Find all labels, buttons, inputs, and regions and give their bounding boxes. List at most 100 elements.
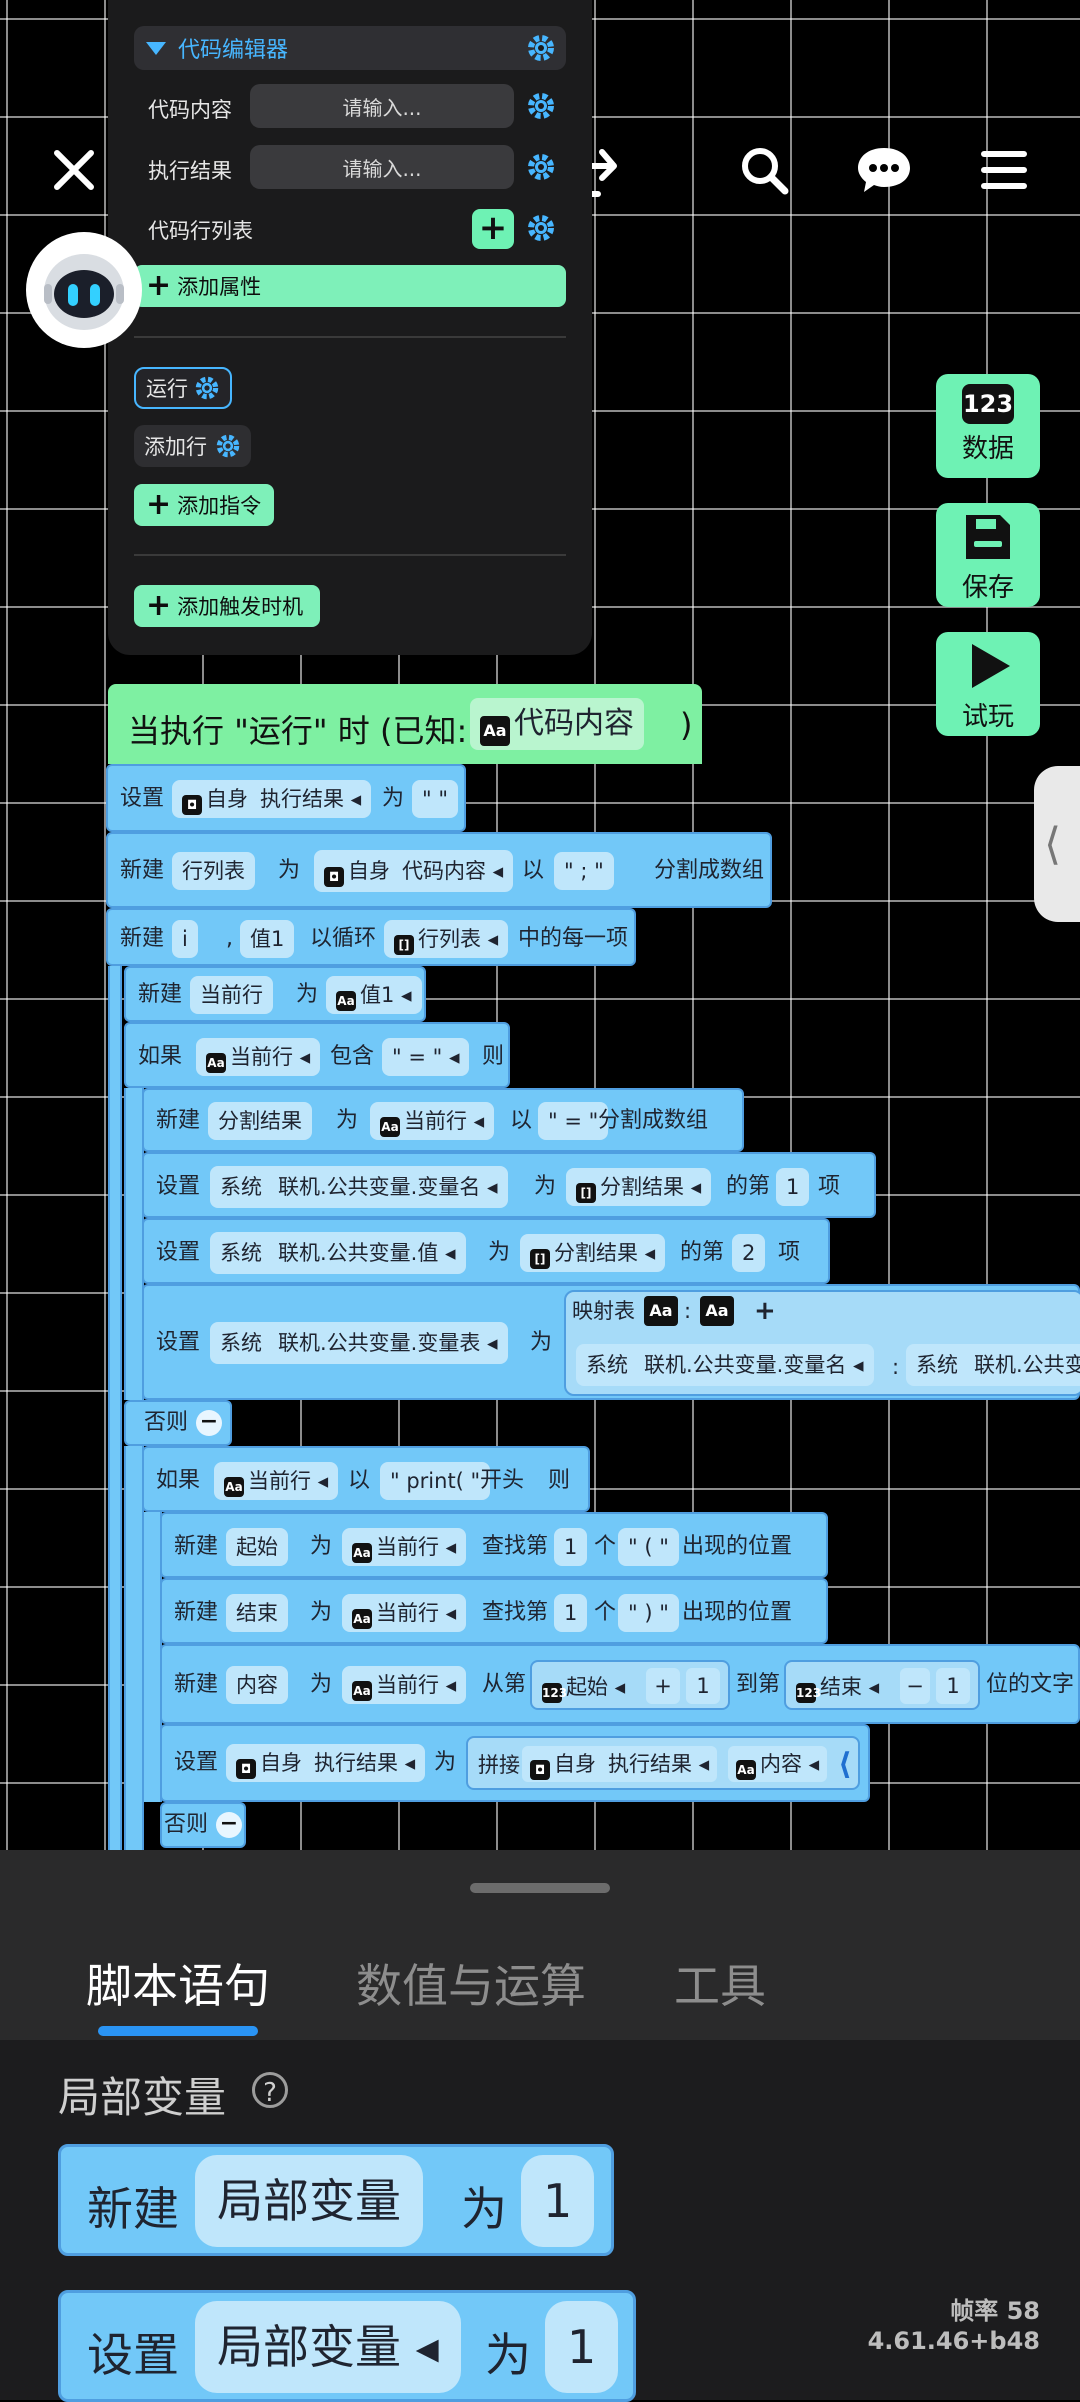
exec-result-input[interactable]: 请输入... [250,145,514,189]
content-slot[interactable]: Aa 内容 ◂ [728,1746,828,1782]
string-slot[interactable]: " ( " [618,1528,679,1566]
new-var-block[interactable]: 新建 结束 为 Aa 当前行 ◂ 查找第 1 个 " ) " 出现的位置 [160,1578,828,1644]
cur-line-slot[interactable]: Aa 当前行 ◂ [342,1666,467,1704]
value-slot[interactable]: Aa 值1 ◂ [326,976,422,1014]
gear-icon[interactable] [526,213,556,243]
event-hat-block[interactable]: 当执行 "运行" 时 (已知: Aa 代码内容 ) [108,684,702,764]
split-result-slot[interactable]: [] 分割结果 ◂ [520,1234,666,1272]
code-content-input[interactable]: 请输入... [250,84,514,128]
collapse-else-button[interactable]: − [196,1410,222,1436]
gear-icon[interactable] [526,152,556,182]
system-var-slot[interactable]: 系统 联机.公共变量.变量名 ◂ [210,1166,508,1208]
op-plus[interactable]: + [646,1668,680,1704]
index-slot[interactable]: 1 [776,1168,810,1206]
system-var-slot[interactable]: 系统 联机.公共变 [906,1344,1080,1386]
list-slot[interactable]: [] 行列表 ◂ [384,920,509,958]
exec-result-slot[interactable]: ◘ 自身 执行结果 ◂ [522,1746,718,1782]
tab-script-statements[interactable]: 脚本语句 [86,1950,270,2016]
system-var-slot[interactable]: 系统 联机.公共变量.变量名 ◂ [576,1344,874,1386]
new-var-block[interactable]: 新建 分割结果 为 Aa 当前行 ◂ 以 " = " 分割成数组 [142,1088,744,1152]
local-var-name-slot[interactable]: 局部变量 [195,2155,423,2247]
add-list-item-button[interactable]: + [472,209,514,249]
if-block[interactable]: 如果 Aa 当前行 ◂ 以 " print( " 开头 则 [142,1446,590,1512]
cur-line-slot[interactable]: Aa 当前行 ◂ [342,1594,467,1632]
system-var-slot[interactable]: 系统 联机.公共变量.值 ◂ [210,1232,466,1274]
set-block[interactable]: 设置 ◘ 自身 执行结果 ◂ 为 " " [106,764,466,832]
var-name-slot[interactable]: 分割结果 [208,1102,312,1140]
number-slot[interactable]: 1 [936,1668,970,1704]
system-var-slot[interactable]: 系统 联机.公共变量.变量表 ◂ [210,1322,508,1364]
new-var-block[interactable]: 新建 当前行 为 Aa 值1 ◂ [124,966,426,1022]
avatar[interactable] [26,232,142,348]
menu-icon[interactable] [974,140,1034,200]
gear-icon[interactable] [215,433,241,459]
tab-tools[interactable]: 工具 [674,1950,766,2016]
exec-result-slot[interactable]: ◘ 自身 执行结果 ◂ [172,780,372,818]
var-name-slot[interactable]: 结束 [226,1594,288,1632]
new-var-block[interactable]: 新建 行列表 为 ◘ 自身 代码内容 ◂ 以 " ; " 分割成数组 [106,832,772,908]
add-row-method-pill[interactable]: 添加行 [134,425,251,467]
help-icon[interactable]: ? [252,2072,288,2108]
for-each-block[interactable]: 新建 i , 值1 以循环 [] 行列表 ◂ 中的每一项 [106,908,636,966]
side-panel-handle[interactable]: ⟨ [1034,766,1080,922]
data-button[interactable]: 123 数据 [936,374,1040,478]
hat-param-slot[interactable]: Aa 代码内容 [470,698,644,750]
add-trigger-button[interactable]: + 添加触发时机 [134,585,320,627]
sheet-drag-handle[interactable] [470,1883,610,1893]
exec-result-slot[interactable]: ◘ 自身 执行结果 ◂ [226,1744,426,1782]
number-slot[interactable]: 1 [554,1594,588,1632]
string-slot[interactable]: " print( " [380,1462,491,1500]
string-slot[interactable]: " = " ◂ [382,1038,470,1076]
string-slot[interactable]: " " [412,780,458,818]
set-block[interactable]: 设置 系统 联机.公共变量.值 ◂ 为 [] 分割结果 ◂ 的第 2 项 [142,1218,830,1284]
tab-values-operations[interactable]: 数值与运算 [356,1950,586,2016]
op-minus[interactable]: − [900,1668,930,1704]
cur-line-slot[interactable]: Aa 当前行 ◂ [214,1462,339,1500]
var-name-slot[interactable]: 内容 [226,1666,288,1704]
else-label-block[interactable]: 否则 − [160,1802,246,1848]
string-slot[interactable]: " ) " [618,1594,679,1632]
number-slot[interactable]: 1 [686,1668,720,1704]
value-slot[interactable]: 1 [521,2155,595,2247]
new-var-block[interactable]: 新建 起始 为 Aa 当前行 ◂ 查找第 1 个 " ( " 出现的位置 [160,1512,828,1578]
test-play-button[interactable]: 试玩 [936,632,1040,736]
palette-set-local-var-block[interactable]: 设置 局部变量 ◂ 为 1 [58,2290,636,2402]
if-block[interactable]: 如果 Aa 当前行 ◂ 包含 " = " ◂ 则 [124,1022,510,1088]
add-property-button[interactable]: + 添加属性 [134,265,566,307]
var-name-slot[interactable]: 起始 [226,1528,288,1566]
search-icon[interactable] [734,140,794,200]
local-var-dropdown[interactable]: 局部变量 ◂ [195,2301,461,2393]
gear-icon[interactable] [526,91,556,121]
gear-icon[interactable] [194,375,220,401]
var-name-slot[interactable]: 行列表 [172,852,255,890]
map-table-slot[interactable]: 映射表 Aa : Aa + 系统 联机.公共变量.变量名 ◂ : 系统 联机.公共变 [564,1290,1080,1396]
cur-line-slot[interactable]: Aa 当前行 ◂ [196,1038,321,1076]
add-pair-button[interactable]: + [754,1292,776,1330]
value-slot[interactable]: 1 [545,2301,619,2393]
run-event-pill[interactable]: 运行 [134,367,232,409]
collapse-triangle-icon[interactable] [146,41,166,55]
set-block[interactable]: 设置 系统 联机.公共变量.变量名 ◂ 为 [] 分割结果 ◂ 的第 1 项 [142,1152,876,1218]
set-block[interactable]: 设置 系统 联机.公共变量.变量表 ◂ 为 映射表 Aa : Aa + 系统 联机.… [142,1284,1080,1400]
save-button[interactable]: 保存 [936,503,1040,607]
var-name-slot[interactable]: 当前行 [190,976,273,1014]
else-label-block[interactable]: 否则 − [124,1400,232,1446]
code-content-slot[interactable]: ◘ 自身 代码内容 ◂ [314,850,514,892]
cur-line-slot[interactable]: Aa 当前行 ◂ [370,1102,495,1140]
split-result-slot[interactable]: [] 分割结果 ◂ [566,1168,712,1206]
sub-expression-slot[interactable]: 123结束 ◂ − 1 [784,1660,980,1710]
number-slot[interactable]: 1 [554,1528,588,1566]
add-instruction-button[interactable]: + 添加指令 [134,484,274,526]
chat-icon[interactable] [854,140,914,200]
gear-icon[interactable] [526,33,556,63]
join-expression-slot[interactable]: 拼接 ◘ 自身 执行结果 ◂ Aa 内容 ◂ ⟨ [466,1736,860,1790]
close-icon[interactable] [44,140,104,200]
separator-slot[interactable]: " ; " [554,852,614,890]
palette-new-local-var-block[interactable]: 新建 局部变量 为 1 [58,2144,614,2256]
collapse-else-button[interactable]: − [216,1812,242,1838]
set-block[interactable]: 设置 ◘ 自身 执行结果 ◂ 为 拼接 ◘ 自身 执行结果 ◂ Aa 内容 ◂ ⟨ [160,1724,870,1802]
new-var-block[interactable]: 新建 内容 为 Aa 当前行 ◂ 从第 123起始 ◂ + 1 到第 123结束 … [160,1644,1080,1724]
index-var-slot[interactable]: i [172,920,198,958]
chevron-left-icon[interactable]: ⟨ [838,1738,852,1792]
cur-line-slot[interactable]: Aa 当前行 ◂ [342,1528,467,1566]
